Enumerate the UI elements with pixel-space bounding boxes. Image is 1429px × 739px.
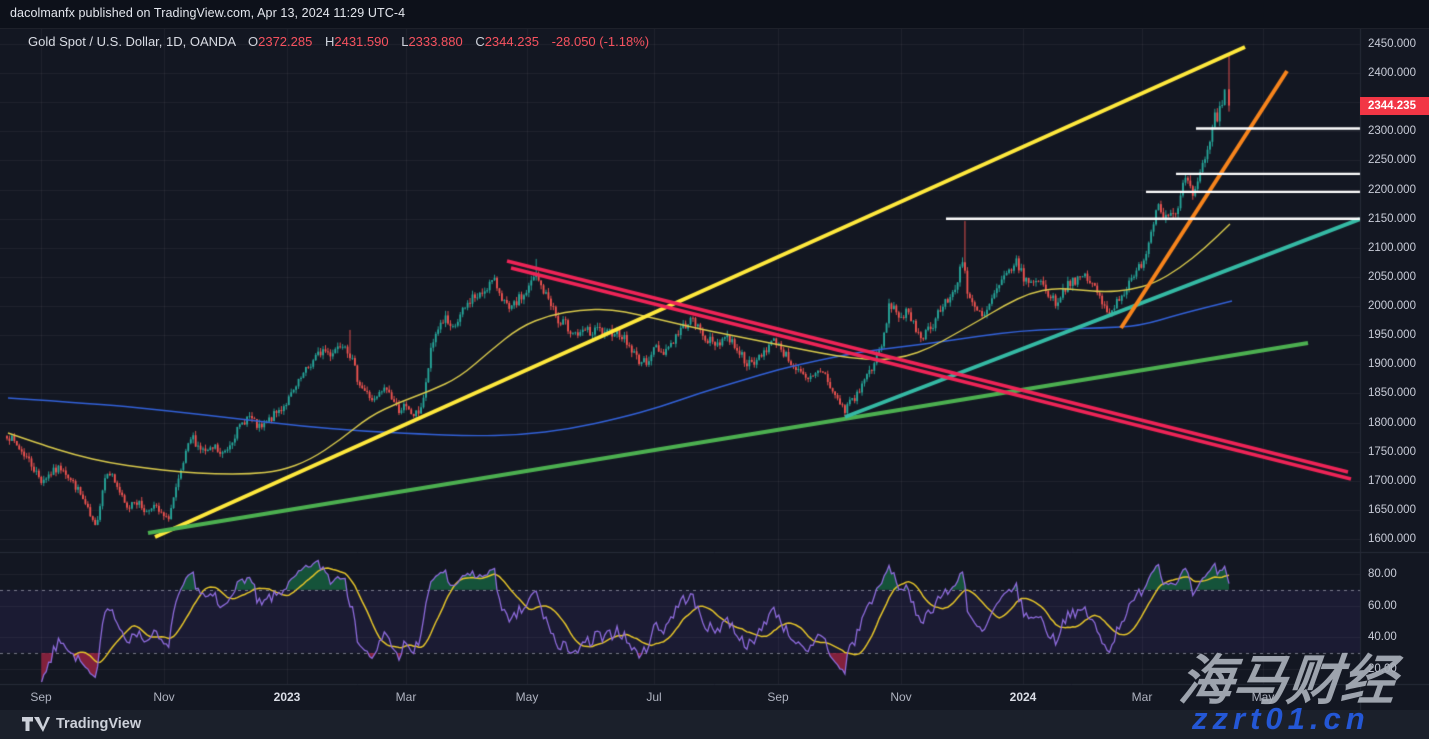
tradingview-logo-icon[interactable] <box>22 716 50 733</box>
main-price-pane[interactable] <box>0 28 1360 552</box>
time-tick: Jul <box>646 690 661 704</box>
price-tick: 1800.000 <box>1368 417 1416 429</box>
footer-brand[interactable]: TradingView <box>56 716 141 732</box>
price-tick: 1600.000 <box>1368 533 1416 545</box>
high-value: 2431.590 <box>334 34 388 49</box>
price-tick: 1750.000 <box>1368 446 1416 458</box>
price-tick: 1850.000 <box>1368 387 1416 399</box>
price-tick: 2450.000 <box>1368 38 1416 50</box>
time-tick: 2024 <box>1010 690 1037 704</box>
close-label: C <box>475 34 484 49</box>
watermark-url: zzrt01.cn <box>1192 701 1370 737</box>
time-tick: Sep <box>767 690 788 704</box>
publish-header: dacolmanfx published on TradingView.com,… <box>0 0 1429 29</box>
time-tick: Nov <box>890 690 911 704</box>
price-tick: 2200.000 <box>1368 184 1416 196</box>
symbol-legend[interactable]: Gold Spot / U.S. Dollar, 1D, OANDA O2372… <box>28 34 649 49</box>
open-label: O <box>248 34 258 49</box>
tradingview-snapshot: dacolmanfx published on TradingView.com,… <box>0 0 1429 739</box>
time-tick: 2023 <box>274 690 301 704</box>
high-label: H <box>325 34 334 49</box>
price-tick: 1650.000 <box>1368 504 1416 516</box>
time-tick: May <box>516 690 539 704</box>
price-tick: 2300.000 <box>1368 125 1416 137</box>
price-tick: 2050.000 <box>1368 271 1416 283</box>
symbol-title[interactable]: Gold Spot / U.S. Dollar, 1D, OANDA <box>28 34 235 49</box>
last-price-tag: 2344.235 <box>1360 97 1429 115</box>
price-tick: 2250.000 <box>1368 154 1416 166</box>
time-axis[interactable]: SepNov2023MarMayJulSepNov2024MarMay <box>0 684 1360 710</box>
price-axis[interactable]: 2450.000 2400.000 2300.000 2250.000 2200.000… <box>1360 28 1429 710</box>
open-value: 2372.285 <box>258 34 312 49</box>
change-value: -28.050 (-1.18%) <box>552 34 650 49</box>
time-tick: Nov <box>153 690 174 704</box>
price-tick: 1950.000 <box>1368 329 1416 341</box>
close-value: 2344.235 <box>485 34 539 49</box>
price-tick: 2400.000 <box>1368 67 1416 79</box>
low-value: 2333.880 <box>408 34 462 49</box>
rsi-tick: 80.00 <box>1368 568 1397 580</box>
price-tick: 2100.000 <box>1368 242 1416 254</box>
price-tick: 2150.000 <box>1368 213 1416 225</box>
price-tick: 1900.000 <box>1368 358 1416 370</box>
rsi-indicator-pane[interactable] <box>0 552 1360 684</box>
time-tick: Sep <box>30 690 51 704</box>
rsi-tick: 60.00 <box>1368 600 1397 612</box>
publish-header-text: dacolmanfx published on TradingView.com,… <box>10 6 405 20</box>
time-tick: Mar <box>396 690 417 704</box>
price-tick: 2000.000 <box>1368 300 1416 312</box>
time-tick: Mar <box>1132 690 1153 704</box>
price-tick: 1700.000 <box>1368 475 1416 487</box>
